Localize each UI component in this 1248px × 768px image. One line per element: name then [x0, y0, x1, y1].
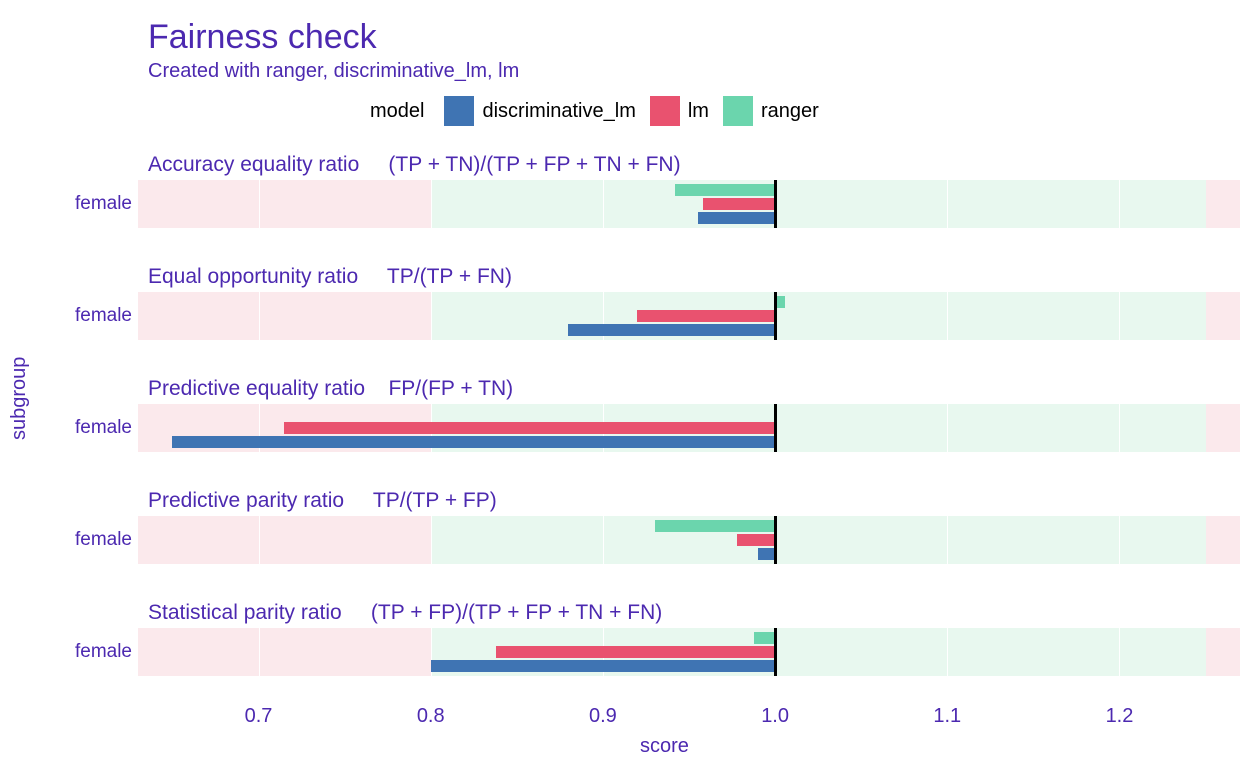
- facet-body: female: [60, 292, 1240, 340]
- reference-line: [774, 292, 777, 340]
- legend-item-discriminative-lm: discriminative_lm: [444, 96, 635, 126]
- legend-swatch-discriminative-lm: [444, 96, 474, 126]
- bar-ranger: [675, 184, 775, 196]
- legend-swatch-ranger: [723, 96, 753, 126]
- facet-body: female: [60, 628, 1240, 676]
- chart-title: Fairness check: [148, 18, 377, 57]
- facet-panel: Predictive parity ratio TP/(TP + FP)fema…: [60, 486, 1240, 598]
- reference-line: [774, 180, 777, 228]
- legend-swatch-lm: [650, 96, 680, 126]
- plot-area: [138, 404, 1240, 452]
- bar-ranger: [655, 520, 776, 532]
- x-tick: 0.8: [417, 705, 445, 728]
- fairness-chart: Fairness check Created with ranger, disc…: [0, 0, 1248, 768]
- x-tick: 1.2: [1106, 705, 1134, 728]
- plot-area: [138, 628, 1240, 676]
- legend-label: discriminative_lm: [482, 100, 635, 123]
- bar-discriminative_lm: [698, 212, 775, 224]
- y-axis-label: subgroup: [8, 357, 31, 440]
- bar-lm: [284, 422, 775, 434]
- facet-body: female: [60, 180, 1240, 228]
- bar-lm: [637, 310, 775, 322]
- bar-discriminative_lm: [431, 660, 775, 672]
- facet-panel: Equal opportunity ratio TP/(TP + FN)fema…: [60, 262, 1240, 374]
- facet-body: female: [60, 404, 1240, 452]
- legend-item-lm: lm: [650, 96, 709, 126]
- plot-area: [138, 292, 1240, 340]
- legend-title: model: [370, 100, 424, 123]
- reference-line: [774, 516, 777, 564]
- bar-lm: [737, 534, 775, 546]
- chart-subtitle: Created with ranger, discriminative_lm, …: [148, 60, 519, 83]
- subgroup-label: female: [60, 628, 138, 676]
- facet-title: Equal opportunity ratio TP/(TP + FN): [60, 262, 1240, 292]
- facet-panel: Predictive equality ratio FP/(FP + TN)fe…: [60, 374, 1240, 486]
- subgroup-label: female: [60, 292, 138, 340]
- subgroup-label: female: [60, 180, 138, 228]
- x-axis-label: score: [640, 735, 689, 758]
- bar-discriminative_lm: [568, 324, 775, 336]
- bar-ranger: [754, 632, 775, 644]
- facet-panels: Accuracy equality ratio (TP + TN)/(TP + …: [60, 150, 1240, 710]
- facet-body: female: [60, 516, 1240, 564]
- x-axis: 0.7 0.8 0.9 1.0 1.1 1.2: [138, 705, 1240, 735]
- facet-title: Statistical parity ratio (TP + FP)/(TP +…: [60, 598, 1240, 628]
- legend-item-ranger: ranger: [723, 96, 819, 126]
- plot-area: [138, 516, 1240, 564]
- facet-title: Predictive equality ratio FP/(FP + TN): [60, 374, 1240, 404]
- bar-lm: [703, 198, 775, 210]
- facet-title: Predictive parity ratio TP/(TP + FP): [60, 486, 1240, 516]
- reference-line: [774, 628, 777, 676]
- x-tick: 0.7: [245, 705, 273, 728]
- plot-area: [138, 180, 1240, 228]
- subgroup-label: female: [60, 516, 138, 564]
- bar-lm: [496, 646, 775, 658]
- facet-panel: Statistical parity ratio (TP + FP)/(TP +…: [60, 598, 1240, 710]
- bar-discriminative_lm: [758, 548, 775, 560]
- facet-title: Accuracy equality ratio (TP + TN)/(TP + …: [60, 150, 1240, 180]
- subgroup-label: female: [60, 404, 138, 452]
- x-tick: 1.0: [761, 705, 789, 728]
- x-tick: 0.9: [589, 705, 617, 728]
- x-tick: 1.1: [933, 705, 961, 728]
- legend: model discriminative_lm lm ranger: [370, 96, 819, 126]
- legend-label: ranger: [761, 100, 819, 123]
- legend-label: lm: [688, 100, 709, 123]
- reference-line: [774, 404, 777, 452]
- facet-panel: Accuracy equality ratio (TP + TN)/(TP + …: [60, 150, 1240, 262]
- bar-discriminative_lm: [172, 436, 775, 448]
